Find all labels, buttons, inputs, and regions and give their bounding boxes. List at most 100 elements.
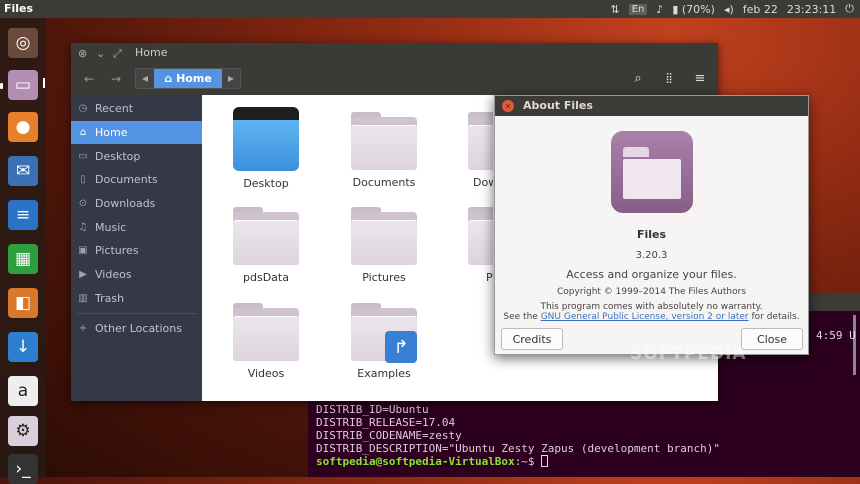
home-icon: ⌂ xyxy=(79,127,87,138)
sidebar-item-trash[interactable]: ▥ Trash xyxy=(71,287,202,310)
about-dialog: ✕ About Files Files 3.20.3 Access and or… xyxy=(494,95,809,355)
writer-icon[interactable]: ≡ xyxy=(8,200,38,230)
ubuntu-logo-icon[interactable]: ◎ xyxy=(8,28,38,58)
about-titlebar: ✕ About Files xyxy=(495,96,808,116)
terminal-line: DISTRIB_CODENAME=zesty xyxy=(316,429,462,442)
sidebar-divider xyxy=(77,313,197,314)
sidebar-item-recent[interactable]: ◷ Recent xyxy=(71,97,202,120)
clock-label[interactable]: 23:23:11 xyxy=(787,3,836,16)
prompt-user: softpedia@softpedia-VirtualBox xyxy=(316,455,515,468)
file-item-videos[interactable]: Videos xyxy=(221,303,311,380)
file-item-public[interactable]: P xyxy=(457,207,493,284)
trash-icon: ▥ xyxy=(78,293,88,304)
keyboard-layout-indicator[interactable]: En xyxy=(628,3,648,15)
video-icon: ▶ xyxy=(79,269,87,280)
sidebar-item-videos[interactable]: ▶ Videos xyxy=(71,263,202,286)
download-icon: ⊙ xyxy=(78,198,88,209)
sidebar-item-label: Recent xyxy=(95,102,134,115)
sidebar-item-label: Downloads xyxy=(95,197,156,210)
close-button[interactable]: Close xyxy=(741,328,803,350)
files-icon[interactable]: ▭ xyxy=(8,70,38,100)
folder-icon xyxy=(468,112,493,170)
maximize-icon[interactable]: ⤢ xyxy=(113,47,122,61)
battery-indicator[interactable]: ▮ (70%) xyxy=(672,3,715,16)
close-icon[interactable]: ⊗ xyxy=(78,47,87,60)
file-item-documents[interactable]: Documents xyxy=(339,112,429,189)
terminal-prompt-line[interactable]: softpedia@softpedia-VirtualBox:~$ xyxy=(316,455,549,468)
calc-icon[interactable]: ▦ xyxy=(8,244,38,274)
thunderbird-icon[interactable]: ✉ xyxy=(8,156,38,186)
about-version: 3.20.3 xyxy=(635,250,668,261)
app-menu-title[interactable]: Files xyxy=(4,2,33,15)
impress-icon[interactable]: ◧ xyxy=(8,288,38,318)
credits-button[interactable]: Credits xyxy=(501,328,563,350)
file-item-label: Pictures xyxy=(362,271,406,284)
plus-icon: + xyxy=(78,323,88,334)
about-copyright: Copyright © 1999–2014 The Files Authors xyxy=(556,287,747,297)
terminal-icon[interactable]: ›_ xyxy=(8,454,38,484)
volume-icon[interactable]: ◂) xyxy=(724,3,734,16)
launcher-running-pip xyxy=(0,83,3,89)
sidebar-item-home[interactable]: ⌂ Home xyxy=(71,121,202,144)
file-item-label: Dow xyxy=(473,176,493,189)
file-item-examples[interactable]: ↱ Examples xyxy=(339,303,429,380)
sidebar-item-label: Desktop xyxy=(95,150,141,163)
terminal-line: DISTRIB_RELEASE=17.04 xyxy=(316,416,456,429)
power-icon[interactable]: ⏻ xyxy=(845,2,854,16)
file-item-label: pdsData xyxy=(243,271,289,284)
view-toggle-button[interactable]: ⣿ xyxy=(658,68,680,89)
path-scroll-right[interactable]: ▶ xyxy=(222,69,240,88)
sidebar-item-downloads[interactable]: ⊙ Downloads xyxy=(71,192,202,215)
file-item-pictures[interactable]: Pictures xyxy=(339,207,429,284)
files-app-icon xyxy=(611,131,693,213)
desktop-folder-icon xyxy=(233,107,299,171)
date-label[interactable]: feb 22 xyxy=(743,3,778,16)
about-warranty: This program comes with absolutely no wa… xyxy=(540,302,763,312)
path-bar: ◀ ⌂ Home ▶ xyxy=(135,68,241,89)
file-item-pdsdata[interactable]: pdsData xyxy=(221,207,311,284)
terminal-side-text: 4:59 U xyxy=(816,329,856,342)
back-button[interactable]: ← xyxy=(78,68,100,89)
sidebar-item-desktop[interactable]: ▭ Desktop xyxy=(71,145,202,168)
folder-icon xyxy=(351,207,417,265)
sidebar-item-label: Other Locations xyxy=(95,322,182,335)
license-link[interactable]: GNU General Public License, version 2 or… xyxy=(541,312,749,322)
top-panel: Files ⇅ En ♪ ▮ (70%) ◂) feb 22 23:23:11 … xyxy=(0,0,860,18)
file-item-downloads[interactable]: Dow xyxy=(457,112,493,189)
software-center-icon[interactable]: ↓ xyxy=(8,332,38,362)
file-item-label: Documents xyxy=(352,176,416,189)
prompt-path: :~$ xyxy=(514,455,542,468)
file-item-label: Examples xyxy=(357,367,411,380)
hamburger-menu-icon: ≡ xyxy=(694,71,706,86)
firefox-icon[interactable]: ● xyxy=(8,112,38,142)
close-icon[interactable]: ✕ xyxy=(502,100,514,112)
terminal-line: DISTRIB_DESCRIPTION="Ubuntu Zesty Zapus … xyxy=(316,442,720,455)
forward-button[interactable]: → xyxy=(105,68,127,89)
amazon-icon[interactable]: a xyxy=(8,376,38,406)
search-button[interactable]: ⌕ xyxy=(627,68,649,89)
places-sidebar: ◷ Recent ⌂ Home ▭ Desktop ▯ Documents ⊙ Downl… xyxy=(71,95,202,401)
sidebar-item-label: Documents xyxy=(95,173,158,186)
notification-icon[interactable]: ♪ xyxy=(656,3,663,16)
sidebar-item-pictures[interactable]: ▣ Pictures xyxy=(71,239,202,262)
terminal-cursor xyxy=(541,455,549,467)
terminal-scrollbar[interactable] xyxy=(853,315,856,375)
about-title: About Files xyxy=(523,99,593,112)
sidebar-item-music[interactable]: ♫ Music xyxy=(71,216,202,239)
sidebar-item-other-locations[interactable]: + Other Locations xyxy=(71,317,202,340)
path-crumb-home[interactable]: ⌂ Home xyxy=(154,69,222,88)
sidebar-item-documents[interactable]: ▯ Documents xyxy=(71,168,202,191)
license-text-post: for details. xyxy=(751,312,800,322)
network-icon[interactable]: ⇅ xyxy=(610,3,619,16)
terminal-line: DISTRIB_ID=Ubuntu xyxy=(316,403,429,416)
picture-icon: ▣ xyxy=(78,245,88,256)
sidebar-item-label: Home xyxy=(95,126,128,139)
menu-button[interactable]: ≡ xyxy=(689,68,711,89)
path-scroll-left[interactable]: ◀ xyxy=(136,69,154,88)
minimize-icon[interactable]: ⌄ xyxy=(96,47,105,60)
files-headerbar: ⊗ ⌄ ⤢ Home ← → ◀ ⌂ Home ▶ ⌕ ⣿ ≡ xyxy=(71,43,718,95)
symlink-arrow-icon: ↱ xyxy=(385,331,417,363)
home-icon: ⌂ xyxy=(164,72,173,85)
settings-icon[interactable]: ⚙ xyxy=(8,416,38,446)
file-item-desktop[interactable]: Desktop xyxy=(221,107,311,190)
